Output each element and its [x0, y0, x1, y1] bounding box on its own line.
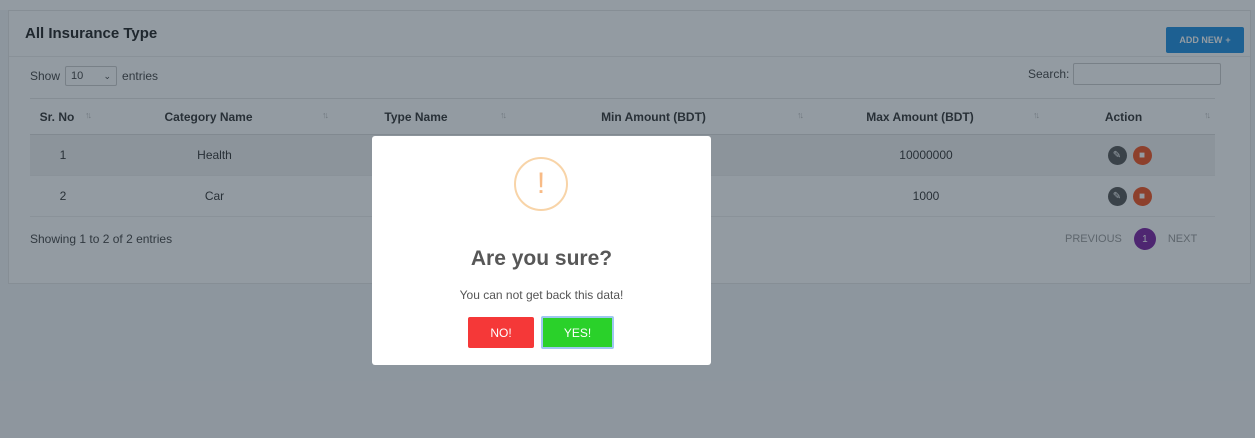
- dialog-message: You can not get back this data!: [459, 288, 624, 302]
- dialog-title: Are you sure?: [470, 247, 613, 270]
- confirm-dialog: ! Are you sure? You can not get back thi…: [372, 136, 711, 365]
- warning-icon: !: [514, 157, 568, 211]
- confirm-button[interactable]: YES!: [541, 316, 614, 349]
- cancel-button[interactable]: NO!: [468, 317, 534, 348]
